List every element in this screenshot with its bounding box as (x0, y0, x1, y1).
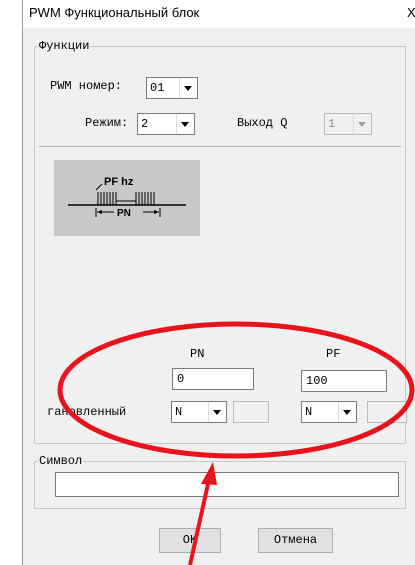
functions-group-label: Функции (38, 39, 91, 53)
output-q-select: 1 (324, 113, 372, 135)
symbol-group-label: Символ (38, 454, 84, 468)
title-bar: PWM Функциональный блок X (23, 0, 415, 28)
pwm-number-value: 01 (150, 81, 165, 95)
chevron-down-icon[interactable] (179, 78, 197, 98)
pf-unit-select[interactable]: N (301, 401, 357, 423)
pn-diagram-label: PN (117, 208, 131, 219)
mode-label: Режим: (85, 116, 129, 130)
close-icon[interactable]: X (407, 5, 415, 20)
chevron-down-icon[interactable] (338, 402, 356, 422)
chevron-down-icon (353, 114, 371, 134)
ok-button[interactable]: OK (159, 528, 221, 553)
symbol-input[interactable] (55, 472, 399, 497)
pf-value: 100 (306, 374, 328, 388)
chevron-down-icon[interactable] (208, 402, 226, 422)
pn-unit-select[interactable]: N (171, 401, 227, 423)
set-value-label: гановленный (47, 405, 127, 419)
pf-header: PF (326, 347, 341, 361)
output-q-value: 1 (328, 117, 336, 131)
pn-value-field[interactable]: 0 (172, 368, 254, 390)
pf-unit-value: N (305, 405, 313, 419)
pwm-number-label: PWM номер: (50, 79, 123, 93)
pn-unit-value: N (175, 405, 183, 419)
pwm-number-select[interactable]: 01 (146, 77, 198, 99)
pwm-dialog: PWM Функциональный блок X Функции PWM но… (22, 0, 415, 565)
mode-select[interactable]: 2 (137, 113, 195, 135)
cancel-button[interactable]: Отмена (258, 528, 333, 553)
pwm-diagram-graphic: PF hz PN (68, 176, 186, 219)
separator (39, 146, 401, 147)
output-q-label: Выход Q (237, 116, 288, 130)
chevron-down-icon[interactable] (176, 114, 194, 134)
pn-value: 0 (177, 372, 185, 386)
mode-value: 2 (141, 117, 149, 131)
pf-hz-label: PF hz (104, 176, 134, 188)
pwm-diagram: PF hz PN (54, 160, 200, 236)
pf-extra-field (367, 401, 407, 423)
window-title: PWM Функциональный блок (29, 5, 200, 20)
pf-value-field[interactable]: 100 (301, 370, 387, 392)
pn-extra-field (233, 401, 269, 423)
pn-header: PN (190, 347, 205, 361)
